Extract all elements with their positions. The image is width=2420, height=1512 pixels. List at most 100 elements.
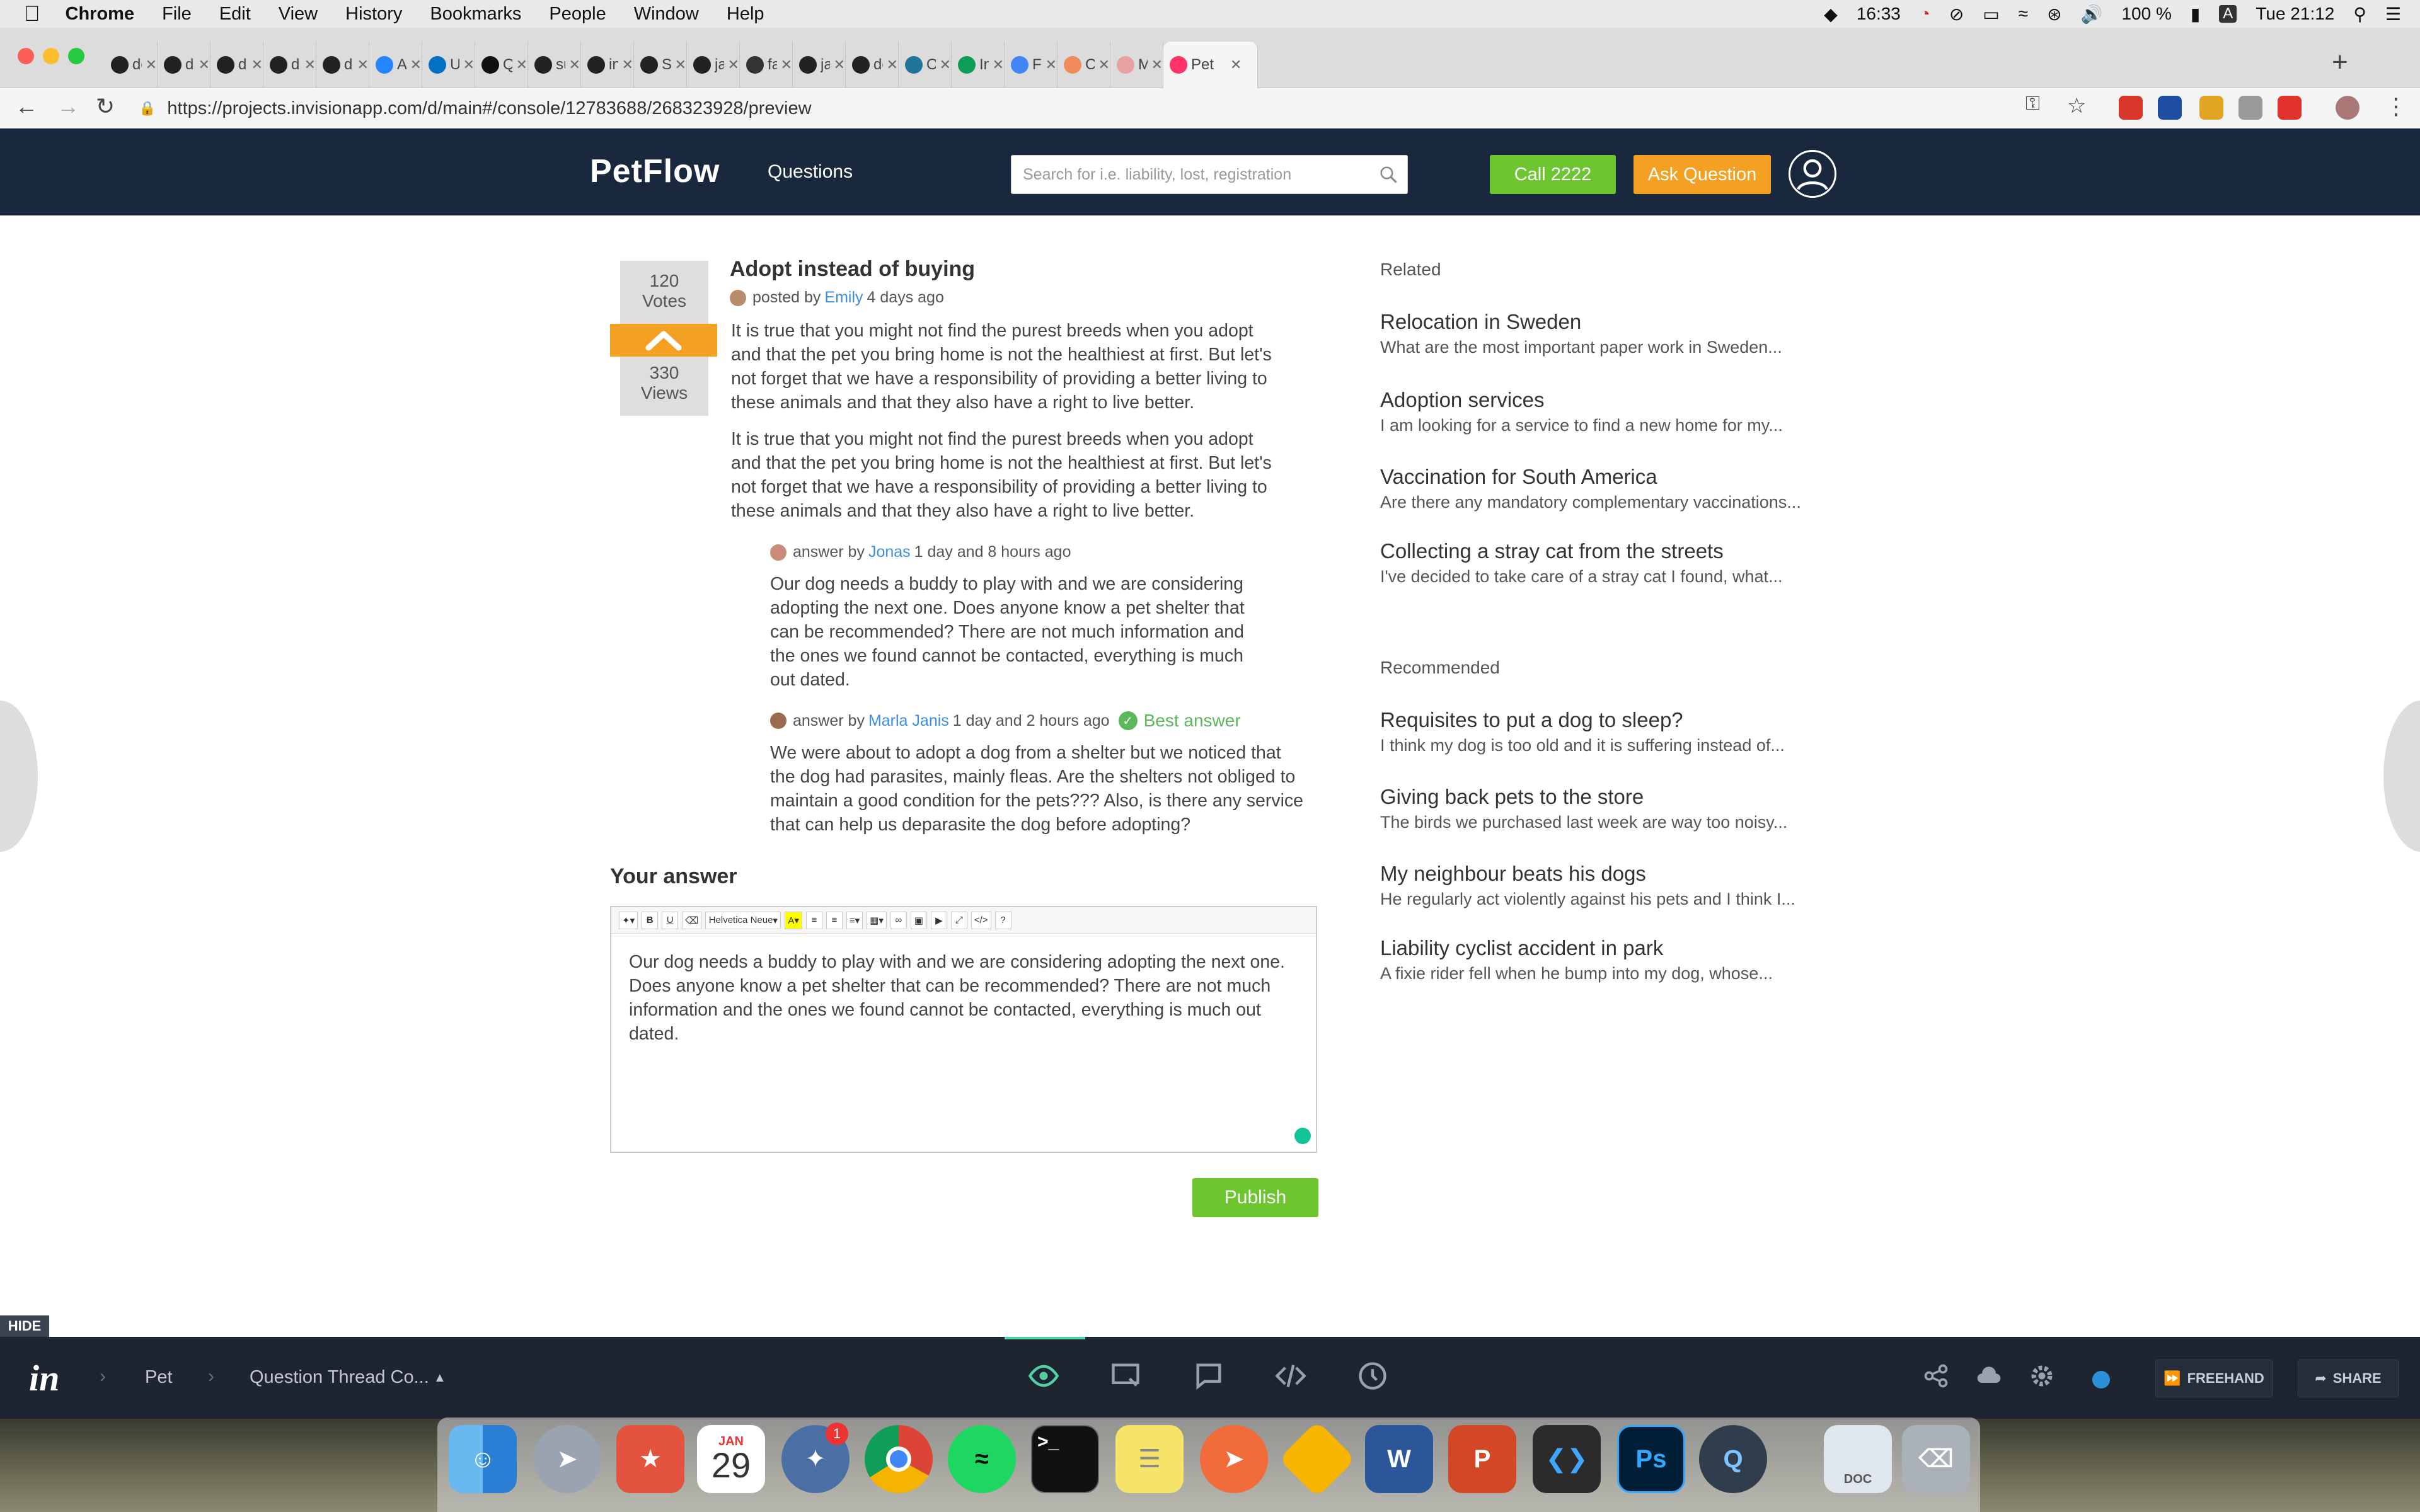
browser-tab[interactable]: fan ✕	[740, 42, 793, 88]
build-mode-icon[interactable]	[1109, 1360, 1142, 1392]
fullscreen-icon[interactable]: ⤢	[950, 911, 967, 929]
tab-close-icon[interactable]: ✕	[1098, 57, 1110, 73]
eraser-icon[interactable]: ⌫	[682, 911, 702, 929]
tab-close-icon[interactable]: ✕	[993, 57, 1004, 73]
browser-tab[interactable]: sun ✕	[528, 42, 581, 88]
comment-icon[interactable]	[1192, 1360, 1225, 1392]
history-clock-icon[interactable]	[1356, 1360, 1389, 1392]
invision-logo[interactable]: in	[29, 1357, 59, 1399]
clock[interactable]: Tue 21:12	[2256, 4, 2334, 24]
menu-people[interactable]: People	[549, 4, 606, 25]
table-icon[interactable]: ▦▾	[867, 911, 887, 929]
browser-tab[interactable]: dial✕	[316, 42, 369, 88]
tab-close-icon[interactable]: ✕	[304, 57, 316, 73]
tab-close-icon[interactable]: ✕	[728, 57, 739, 73]
tab-close-icon[interactable]: ✕	[834, 57, 845, 73]
input-source[interactable]: A	[2219, 5, 2237, 23]
chrome-menu-icon[interactable]: ⋮	[2385, 93, 2407, 120]
related-item-title[interactable]: Vaccination for South America	[1380, 465, 1657, 489]
menu-app-name[interactable]: Chrome	[66, 4, 135, 25]
browser-tab[interactable]: dor ✕	[105, 42, 158, 88]
timer-icon[interactable]: ◔	[1920, 4, 1930, 24]
battery-icon[interactable]: ▮	[2191, 4, 2200, 25]
back-arrow-icon[interactable]: ←	[15, 93, 38, 120]
breadcrumb-screen[interactable]: Question Thread Co...	[250, 1367, 429, 1388]
focus-icon[interactable]: ⊘	[1949, 4, 1964, 25]
bluetooth-icon[interactable]: ⊛	[2047, 4, 2061, 25]
hide-toolbar-button[interactable]: HIDE	[0, 1315, 49, 1337]
address-bar[interactable]: 🔒 https://projects.invisionapp.com/d/mai…	[139, 93, 2029, 123]
word-icon[interactable]: W	[1365, 1425, 1433, 1493]
tab-close-icon[interactable]: ✕	[251, 57, 263, 73]
volume-icon[interactable]: 🔊	[2081, 4, 2103, 25]
tab-close-icon[interactable]: ✕	[357, 57, 369, 73]
answer-editor[interactable]: ✦▾ B U ⌫ Helvetica Neue ▾ A▾ ≡ ≡ ≡▾ ▦▾ ∞ …	[610, 906, 1317, 1153]
code-view-icon[interactable]: </>	[971, 911, 991, 929]
tab-close-icon[interactable]: ✕	[199, 57, 210, 73]
link-icon[interactable]: ∞	[890, 911, 907, 929]
browser-tab[interactable]: jaci ✕	[793, 42, 846, 88]
answer-author-link[interactable]: Marla Janis	[868, 712, 949, 730]
menu-edit[interactable]: Edit	[219, 4, 251, 25]
next-screen-handle[interactable]	[2383, 701, 2420, 852]
breadcrumb-project[interactable]: Pet	[145, 1367, 173, 1388]
camera-extension-icon[interactable]	[2238, 96, 2262, 120]
browser-tab[interactable]: indi ✕	[581, 42, 634, 88]
text-color-icon[interactable]: A▾	[785, 911, 802, 929]
bullet-list-icon[interactable]: ≡	[805, 911, 822, 929]
user-presence-dot[interactable]	[2092, 1371, 2110, 1389]
notification-center-icon[interactable]: ☰	[2385, 4, 2401, 25]
chrome-dock-icon[interactable]	[865, 1425, 933, 1493]
profile-avatar-icon[interactable]	[2336, 96, 2360, 120]
window-minimize-icon[interactable]	[43, 48, 59, 64]
browser-tab[interactable]: Inte ✕	[952, 42, 1005, 88]
tab-close-icon[interactable]: ✕	[1046, 57, 1057, 73]
airplay-icon[interactable]: ▭	[1983, 4, 1999, 25]
powerpoint-icon[interactable]: P	[1448, 1425, 1516, 1493]
extension-red-icon[interactable]	[2119, 96, 2143, 120]
tab-close-icon[interactable]: ✕	[622, 57, 633, 73]
tab-close-icon[interactable]: ✕	[569, 57, 580, 73]
menu-window[interactable]: Window	[634, 4, 699, 25]
nav-questions-link[interactable]: Questions	[768, 161, 853, 183]
upvote-button[interactable]	[610, 324, 717, 357]
image-icon[interactable]: ▣	[910, 911, 927, 929]
tab-close-icon[interactable]: ✕	[1230, 57, 1242, 73]
photoshop-icon[interactable]: Ps	[1617, 1425, 1685, 1493]
terminal-icon[interactable]: >_	[1031, 1425, 1099, 1493]
extension-video-icon[interactable]	[2278, 96, 2302, 120]
ask-question-button[interactable]: Ask Question	[1634, 155, 1771, 194]
recommended-item-title[interactable]: Requisites to put a dog to sleep?	[1380, 708, 1683, 732]
related-item-title[interactable]: Adoption services	[1380, 388, 1544, 412]
browser-tab[interactable]: Me✕	[1110, 42, 1163, 88]
help-icon[interactable]: ?	[994, 911, 1011, 929]
petflow-logo[interactable]: PetFlow	[590, 152, 720, 190]
extension-blue-icon[interactable]	[2158, 96, 2182, 120]
browser-tab[interactable]: dial✕	[210, 42, 263, 88]
align-icon[interactable]: ≡▾	[846, 911, 863, 929]
publish-button[interactable]: Publish	[1192, 1178, 1318, 1217]
freehand-button[interactable]: ⏩ FREEHAND	[2155, 1360, 2273, 1397]
bookmarks-app-icon[interactable]: ★	[616, 1425, 684, 1493]
browser-tab[interactable]: Fin ✕	[1005, 42, 1057, 88]
tab-close-icon[interactable]: ✕	[781, 57, 792, 73]
document-icon[interactable]: DOC	[1824, 1425, 1892, 1493]
spotify-icon[interactable]: ≈	[948, 1425, 1016, 1493]
window-zoom-icon[interactable]	[68, 48, 84, 64]
tab-close-icon[interactable]: ✕	[463, 57, 475, 73]
underline-button[interactable]: U	[662, 911, 679, 929]
recommended-item-title[interactable]: My neighbour beats his dogs	[1380, 862, 1646, 886]
key-icon[interactable]: ⚿	[2025, 93, 2040, 115]
recommended-item-title[interactable]: Liability cyclist accident in park	[1380, 936, 1663, 960]
search-input[interactable]	[1011, 155, 1408, 194]
tab-close-icon[interactable]: ✕	[146, 57, 157, 73]
menu-view[interactable]: View	[279, 4, 318, 25]
cloud-upload-icon[interactable]	[1975, 1360, 2003, 1392]
browser-tab[interactable]: Ope ✕	[899, 42, 952, 88]
browser-tab[interactable]: Que ✕	[475, 42, 528, 88]
browser-tab[interactable]: Sea ✕	[634, 42, 687, 88]
bookmark-star-icon[interactable]: ☆	[2067, 93, 2086, 118]
menu-history[interactable]: History	[345, 4, 402, 25]
postman-icon[interactable]: ➤	[1200, 1425, 1268, 1493]
settings-gear-icon[interactable]	[2028, 1360, 2056, 1392]
